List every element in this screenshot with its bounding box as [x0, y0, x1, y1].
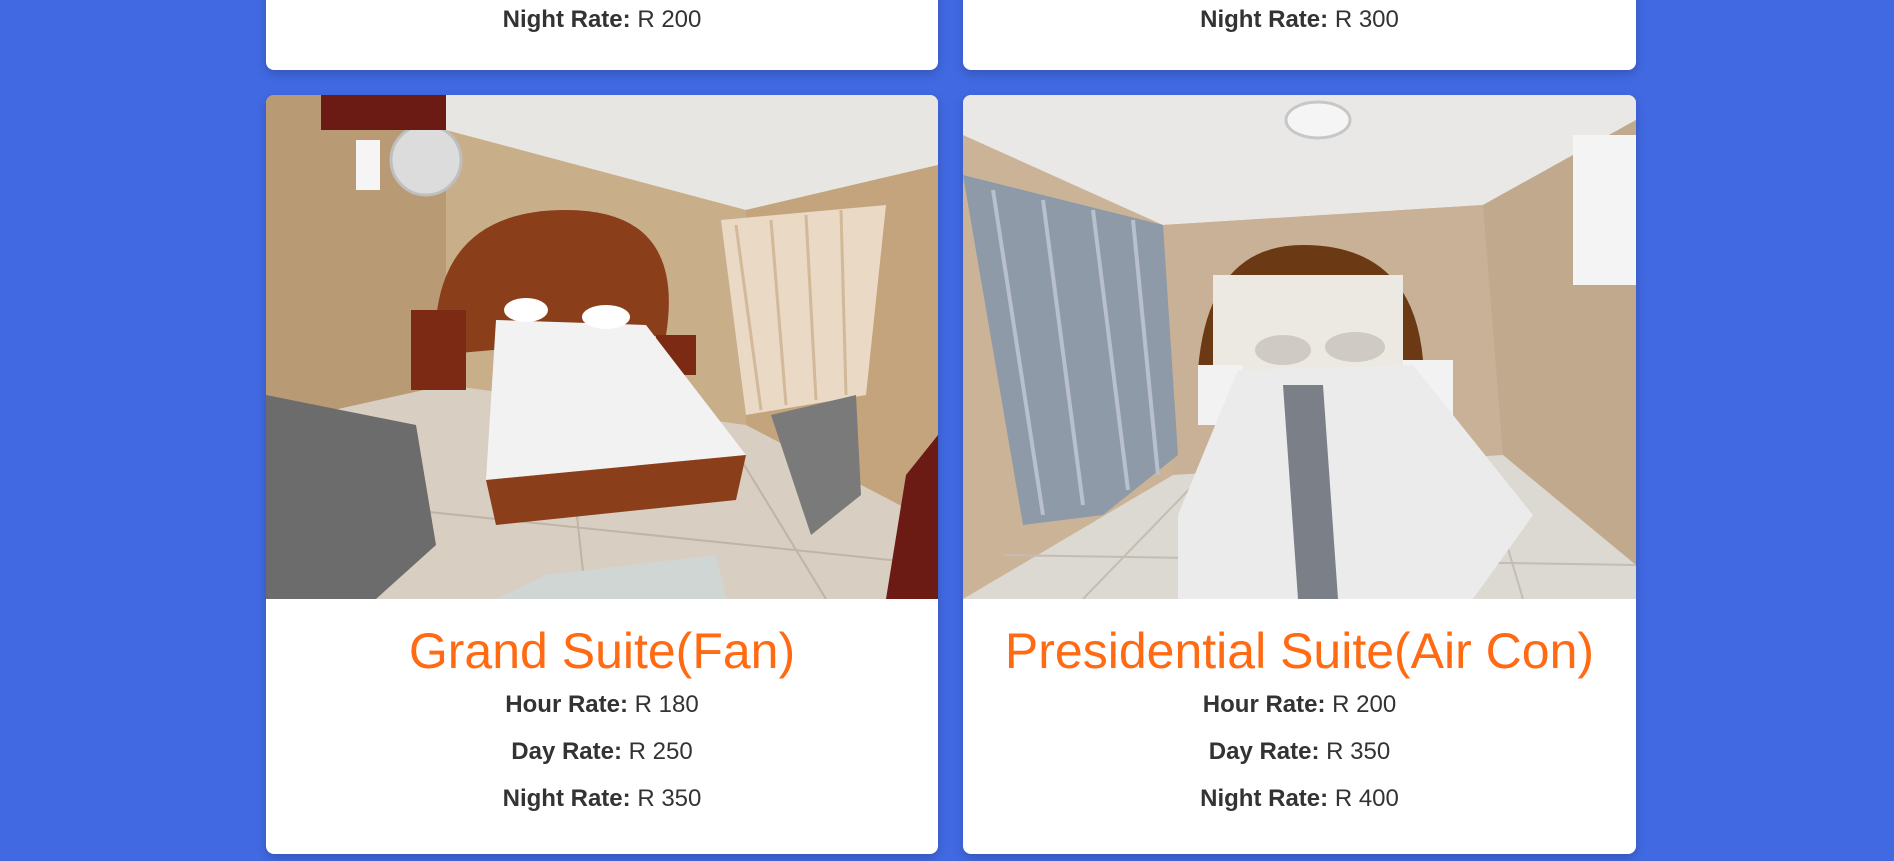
day-rate-value: R 250	[628, 738, 693, 765]
rates-list: Hour Rate: R 200 Day Rate: R 350 Night R…	[963, 691, 1636, 813]
rates-list: Hour Rate: R 180 Day Rate: R 250 Night R…	[266, 691, 938, 813]
night-rate: Night Rate: R 300	[963, 6, 1636, 34]
room-card-grand-suite: Grand Suite(Fan) Hour Rate: R 180 Day Ra…	[266, 95, 938, 854]
night-rate-value: R 400	[1334, 785, 1399, 812]
night-rate-label: Night Rate:	[502, 785, 631, 812]
hour-rate-value: R 200	[1332, 691, 1397, 718]
room-photo	[963, 95, 1636, 599]
room-title: Grand Suite(Fan)	[408, 623, 796, 679]
room-title: Presidential Suite(Air Con)	[1004, 623, 1595, 679]
night-rate-label: Night Rate:	[502, 6, 631, 33]
hour-rate-value: R 180	[634, 691, 699, 718]
night-rate: Night Rate: R 350	[266, 785, 938, 813]
room-card-previous-2: Night Rate: R 300	[963, 0, 1636, 70]
room-card-previous-1: Night Rate: R 200	[266, 0, 938, 70]
night-rate-value: R 300	[1334, 6, 1399, 33]
night-rate-value: R 350	[637, 785, 702, 812]
day-rate: Day Rate: R 350	[963, 738, 1636, 766]
night-rate-label: Night Rate:	[1200, 785, 1329, 812]
hour-rate: Hour Rate: R 180	[266, 691, 938, 719]
day-rate-label: Day Rate:	[1208, 738, 1320, 765]
hour-rate: Hour Rate: R 200	[963, 691, 1636, 719]
night-rate: Night Rate: R 200	[266, 6, 938, 34]
night-rate-value: R 200	[637, 6, 702, 33]
hour-rate-label: Hour Rate:	[1202, 691, 1326, 718]
room-card-presidential-suite: Presidential Suite(Air Con) Hour Rate: R…	[963, 95, 1636, 854]
night-rate: Night Rate: R 400	[963, 785, 1636, 813]
night-rate-label: Night Rate:	[1200, 6, 1329, 33]
day-rate: Day Rate: R 250	[266, 738, 938, 766]
hour-rate-label: Hour Rate:	[505, 691, 628, 718]
day-rate-label: Day Rate:	[511, 738, 622, 765]
room-photo	[266, 95, 938, 599]
day-rate-value: R 350	[1326, 738, 1391, 765]
